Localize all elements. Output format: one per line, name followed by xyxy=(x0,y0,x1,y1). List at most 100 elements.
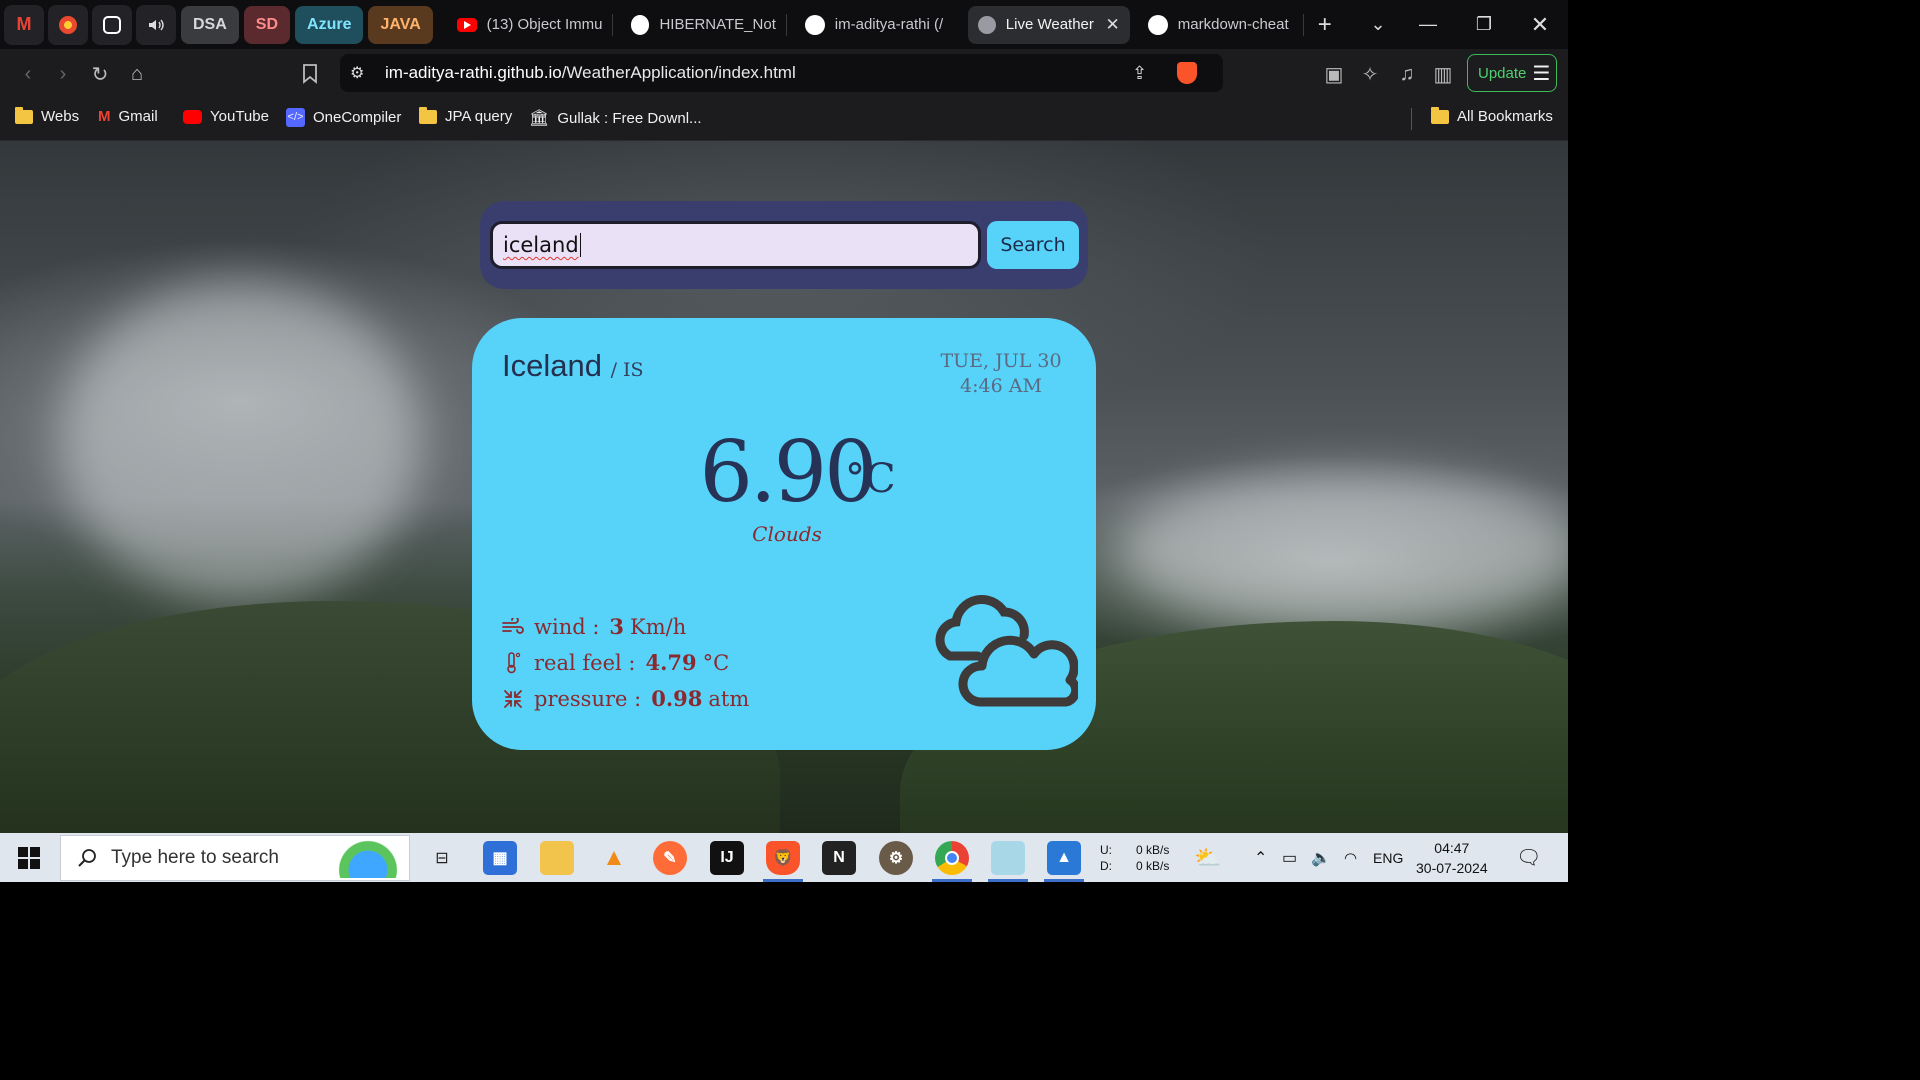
pressure-stat: pressure : 0.98 atm xyxy=(502,686,749,711)
brave-shield-icon[interactable] xyxy=(1177,62,1197,84)
media-icon[interactable]: ♫ xyxy=(1389,56,1425,92)
github-icon xyxy=(630,14,650,35)
real-feel-unit: °C xyxy=(702,650,730,675)
search-button[interactable]: Search xyxy=(987,221,1079,269)
pinned-tab-circle-app[interactable] xyxy=(48,4,88,45)
extensions-icon[interactable]: ✧ xyxy=(1352,56,1388,92)
update-label: Update xyxy=(1478,64,1527,82)
tab-label: (13) Object Immu xyxy=(486,16,602,33)
task-view-icon[interactable]: ⊟ xyxy=(425,841,459,875)
compress-icon xyxy=(502,688,524,710)
sidebar-icon[interactable]: ▥ xyxy=(1425,56,1461,92)
youtube-icon xyxy=(456,17,477,32)
bookmark-onecompiler[interactable]: </> OneCompiler xyxy=(286,108,401,127)
vlc-icon[interactable]: ▲ xyxy=(597,841,631,875)
home-icon[interactable]: ⌂ xyxy=(119,56,155,92)
tab-im-aditya-rathi[interactable]: im-aditya-rathi (/ xyxy=(795,6,960,44)
pinned-tab-gmail[interactable]: M xyxy=(4,4,44,45)
wind-stat: wind : 3 Km/h xyxy=(502,614,686,639)
tab-group-azure[interactable]: Azure xyxy=(295,5,364,44)
url-text: im-aditya-rathi.github.io/WeatherApplica… xyxy=(385,63,796,83)
weather-page: iceland Search Iceland / IS TUE, JUL 30 … xyxy=(0,141,1568,833)
new-tab-icon[interactable]: + xyxy=(1318,11,1332,39)
pressure-unit: atm xyxy=(708,686,750,711)
brave-icon[interactable]: 🦁 xyxy=(766,841,800,875)
back-icon[interactable]: ‹ xyxy=(10,56,46,92)
bookmarks-divider xyxy=(1411,108,1412,130)
bookmark-gmail[interactable]: M Gmail xyxy=(98,108,158,125)
upload-label: U: xyxy=(1100,842,1112,857)
thermometer-icon xyxy=(502,651,524,674)
clock-time: 04:47 xyxy=(1434,839,1470,856)
tab-separator xyxy=(785,13,787,36)
bookmark-youtube[interactable]: YouTube xyxy=(183,108,269,125)
intellij-icon[interactable]: IJ xyxy=(710,841,744,875)
show-hidden-icons-chevron[interactable]: ⌃ xyxy=(1254,833,1267,882)
city-heading: Iceland / IS xyxy=(502,348,644,384)
notification-icon[interactable]: 🗨 xyxy=(1516,833,1541,882)
volume-icon[interactable]: 🔈 xyxy=(1311,833,1331,882)
windows-taskbar: Type here to search ⊟ ▦ ▲ ✎ IJ 🦁 N ⚙ ▲ U… xyxy=(0,833,1568,882)
taskbar-search-placeholder: Type here to search xyxy=(111,847,279,868)
restore-icon[interactable]: ❐ xyxy=(1456,0,1512,49)
tab-markdown-cheatsheet[interactable]: markdown-cheat xyxy=(1138,6,1303,44)
real-feel-value: 4.79 xyxy=(645,650,697,675)
tab-live-weather[interactable]: Live Weather ✕ xyxy=(967,5,1130,44)
language-indicator[interactable]: ENG xyxy=(1373,833,1403,882)
date-label: TUE, JUL 30 xyxy=(940,350,1062,372)
taskbar-search-box[interactable]: Type here to search xyxy=(60,835,410,881)
gear-app-icon[interactable]: ⚙ xyxy=(879,841,913,875)
tab-group-dsa[interactable]: DSA xyxy=(181,5,239,44)
site-settings-icon[interactable]: ⚙ xyxy=(350,63,364,83)
bookmarks-bar: Webs M Gmail YouTube </> OneCompiler JPA… xyxy=(0,99,1568,141)
folder-icon xyxy=(419,106,437,124)
real-feel-stat: real feel : 4.79 °C xyxy=(502,650,729,675)
pinned-tab-chatgpt[interactable] xyxy=(92,4,132,45)
clouds-icon xyxy=(935,595,1078,707)
update-button[interactable]: Update ☰ xyxy=(1467,54,1557,92)
forward-icon[interactable]: › xyxy=(45,56,81,92)
wallet-icon[interactable]: ▣ xyxy=(1316,56,1352,92)
search-input-value: iceland xyxy=(503,233,579,257)
bookmark-icon[interactable] xyxy=(292,56,328,92)
photos-icon[interactable]: ▲ xyxy=(1047,841,1081,875)
weather-tray-icon[interactable]: ⛅ xyxy=(1194,833,1221,882)
background-mist xyxy=(60,281,420,601)
tab-hibernate-notes[interactable]: HIBERNATE_Note xyxy=(621,6,786,44)
battery-icon[interactable]: ▭ xyxy=(1282,833,1297,882)
all-bookmarks[interactable]: All Bookmarks xyxy=(1431,106,1553,125)
microsoft-store-icon[interactable]: ▦ xyxy=(483,841,517,875)
tab-label: markdown-cheat xyxy=(1177,16,1289,33)
close-window-icon[interactable]: ✕ xyxy=(1512,0,1568,49)
bookmark-gullak[interactable]: 🏛 Gullak : Free Downl... xyxy=(529,108,702,128)
chrome-icon[interactable] xyxy=(935,841,969,875)
tab-label: im-aditya-rathi (/ xyxy=(834,16,944,33)
windows-start-icon[interactable] xyxy=(18,847,40,869)
gmail-icon: M xyxy=(16,14,32,34)
pinned-tab-audio[interactable] xyxy=(136,4,176,45)
notepad-icon[interactable] xyxy=(991,841,1025,875)
tab-group-java[interactable]: JAVA xyxy=(368,5,433,44)
network-speed-widget: U: 0 kB/s D: 0 kB/s xyxy=(1100,833,1169,882)
menu-icon: ☰ xyxy=(1532,62,1551,85)
wifi-icon[interactable]: ◠ xyxy=(1344,833,1357,882)
weather-card: Iceland / IS TUE, JUL 30 4:46 AM 6.90 °C… xyxy=(472,318,1096,750)
city-search-input[interactable]: iceland xyxy=(490,221,981,269)
clock[interactable]: 04:47 30-07-2024 xyxy=(1416,833,1488,882)
bookmark-webs[interactable]: Webs xyxy=(15,106,79,125)
tab-object-immutability[interactable]: (13) Object Immu xyxy=(447,6,612,44)
date-time: TUE, JUL 30 4:46 AM xyxy=(936,349,1066,399)
reload-icon[interactable]: ↻ xyxy=(82,56,118,92)
browser-toolbar: ‹ › ↻ ⌂ ⚙ im-aditya-rathi.github.io/Weat… xyxy=(0,49,1568,99)
postman-icon[interactable]: ✎ xyxy=(653,841,687,875)
address-bar[interactable]: ⚙ im-aditya-rathi.github.io/WeatherAppli… xyxy=(340,54,1223,92)
pressure-value: 0.98 xyxy=(651,686,703,711)
share-icon[interactable]: ⇪ xyxy=(1132,63,1147,84)
minimize-icon[interactable]: — xyxy=(1400,0,1456,49)
tab-list-chevron-icon[interactable]: ⌄ xyxy=(1350,0,1406,49)
file-explorer-icon[interactable] xyxy=(540,841,574,875)
tab-group-sd[interactable]: SD xyxy=(243,5,291,44)
bookmark-jpa-query[interactable]: JPA query xyxy=(419,106,512,125)
close-tab-icon[interactable]: ✕ xyxy=(1106,15,1120,35)
notion-icon[interactable]: N xyxy=(822,841,856,875)
